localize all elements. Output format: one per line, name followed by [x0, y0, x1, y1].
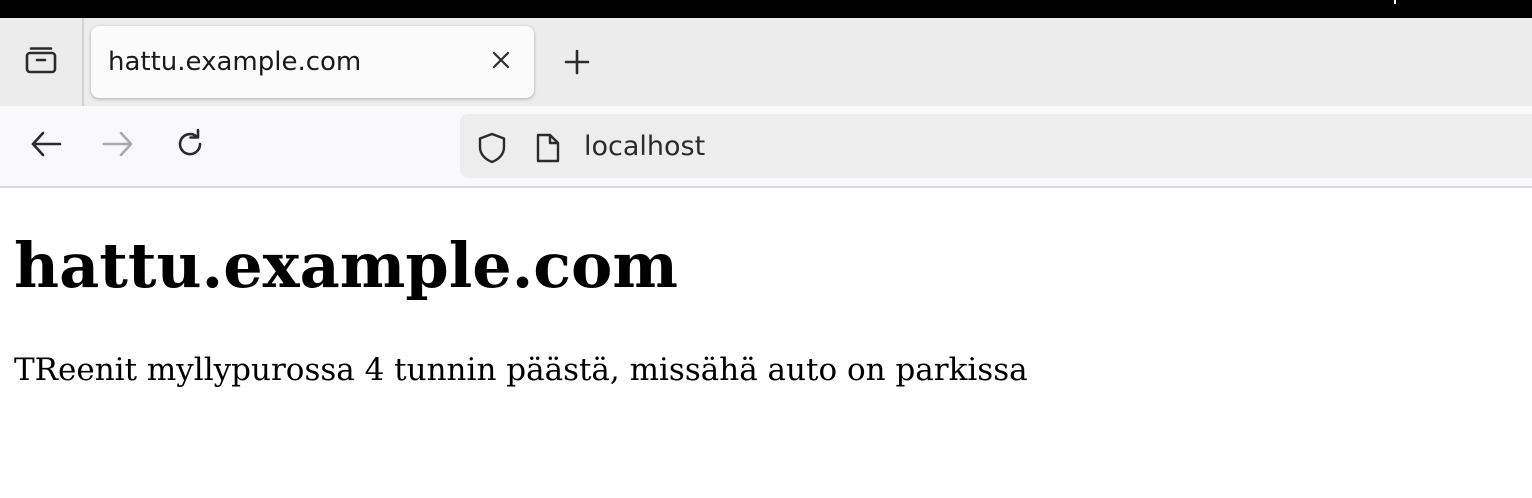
tab-title: hattu.example.com	[108, 47, 362, 77]
top-bar-indicator	[1394, 0, 1396, 4]
tabs-list-icon	[24, 45, 58, 79]
list-all-tabs-button[interactable]	[0, 18, 82, 106]
tab-strip: hattu.example.com	[0, 18, 1532, 106]
arrow-right-icon	[101, 129, 135, 163]
reload-button[interactable]	[170, 126, 210, 166]
page-icon[interactable]	[532, 132, 564, 164]
page-heading: hattu.example.com	[14, 229, 679, 302]
tab-active[interactable]: hattu.example.com	[91, 26, 534, 98]
plus-icon	[564, 49, 590, 79]
url-text[interactable]: localhost	[584, 114, 705, 178]
new-tab-button[interactable]	[557, 44, 597, 84]
navigation-toolbar: localhost	[0, 106, 1532, 186]
tab-close-button[interactable]	[489, 50, 513, 74]
arrow-left-icon	[29, 129, 63, 163]
system-top-bar	[0, 0, 1532, 18]
back-button[interactable]	[26, 126, 66, 166]
forward-button[interactable]	[98, 126, 138, 166]
tab-strip-divider	[82, 18, 84, 106]
url-bar[interactable]: localhost	[460, 114, 1532, 178]
close-icon	[491, 50, 511, 74]
page-content: hattu.example.com TReenit myllypurossa 4…	[0, 188, 1532, 498]
page-paragraph: TReenit myllypurossa 4 tunnin päästä, mi…	[14, 352, 1028, 388]
shield-icon[interactable]	[476, 132, 508, 164]
reload-icon	[173, 127, 207, 165]
